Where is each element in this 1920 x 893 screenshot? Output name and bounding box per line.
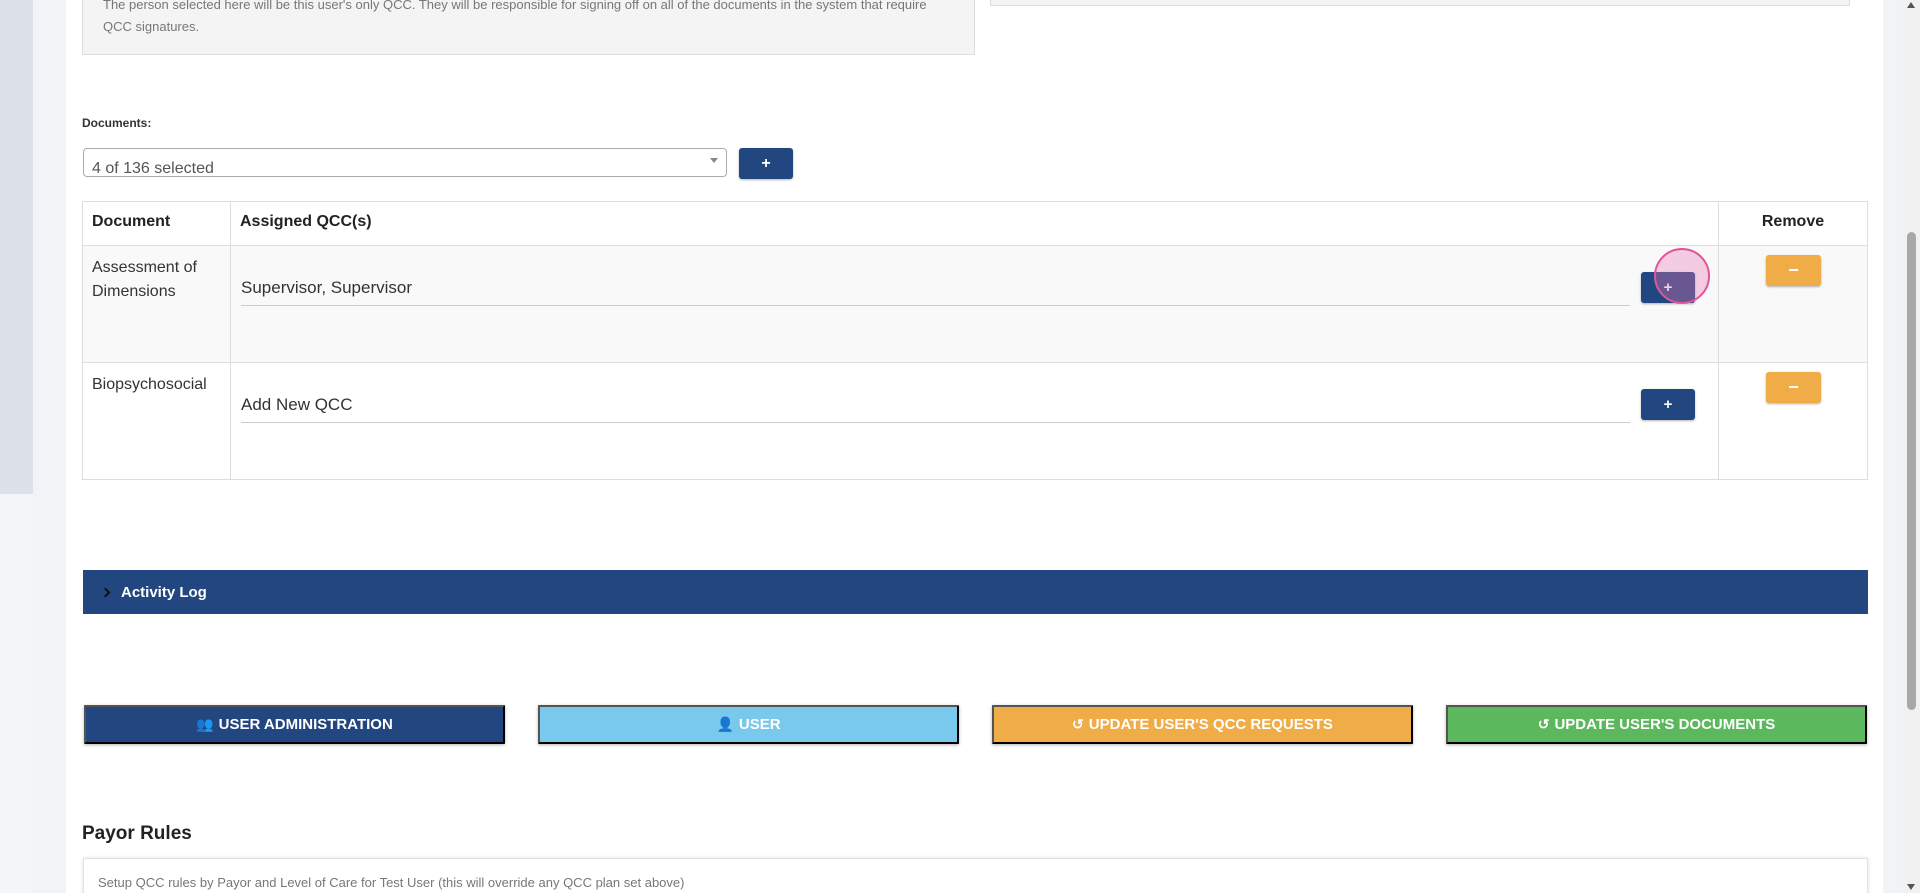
remove-cell: −	[1718, 362, 1868, 480]
add-qcc-button[interactable]: +	[1641, 389, 1695, 420]
scroll-up-icon[interactable]	[1907, 2, 1915, 8]
table-row: Biopsychosocial Add New QCC + −	[82, 362, 1868, 480]
user-icon: 👤	[716, 716, 734, 732]
refresh-icon: ↺	[1537, 716, 1550, 732]
user-label: USER	[738, 716, 781, 733]
table-row: Assessment of Dimensions Supervisor, Sup…	[82, 245, 1868, 363]
add-new-qcc-input[interactable]: Add New QCC	[241, 393, 1630, 423]
header-remove: Remove	[1718, 201, 1868, 246]
right-panel-box	[990, 0, 1850, 6]
qcc-note-text: The person selected here will be this us…	[103, 0, 927, 34]
left-sidebar-rail	[0, 0, 33, 494]
add-documents-button[interactable]: +	[739, 148, 793, 179]
remove-row-button[interactable]: −	[1766, 255, 1821, 286]
qcc-assignment-table: Document Assigned QCC(s) Remove Assessme…	[82, 201, 1868, 480]
update-qcc-requests-button[interactable]: ↺ UPDATE USER'S QCC REQUESTS	[992, 705, 1413, 744]
documents-selected-value: 4 of 136 selected	[92, 160, 214, 177]
page-scrollbar[interactable]	[1903, 0, 1920, 893]
scroll-down-icon[interactable]	[1907, 884, 1915, 890]
plus-icon: +	[1663, 396, 1673, 413]
payor-rules-box: Setup QCC rules by Payor and Level of Ca…	[83, 858, 1868, 893]
click-indicator	[1654, 248, 1710, 304]
remove-row-button[interactable]: −	[1766, 372, 1821, 403]
update-qcc-requests-label: UPDATE USER'S QCC REQUESTS	[1088, 716, 1333, 733]
activity-log-toggle[interactable]: Activity Log	[83, 570, 1868, 614]
user-button[interactable]: 👤 USER	[538, 705, 959, 744]
user-administration-label: USER ADMINISTRATION	[218, 716, 393, 733]
table-header-row: Document Assigned QCC(s) Remove	[82, 201, 1868, 246]
document-name: Biopsychosocial	[82, 362, 231, 480]
plus-icon: +	[761, 154, 771, 172]
chevron-right-icon	[100, 587, 111, 597]
caret-down-icon	[710, 158, 718, 163]
update-documents-label: UPDATE USER'S DOCUMENTS	[1554, 716, 1776, 733]
remove-cell: −	[1718, 245, 1868, 363]
qcc-note-box: The person selected here will be this us…	[82, 0, 975, 55]
update-documents-button[interactable]: ↺ UPDATE USER'S DOCUMENTS	[1446, 705, 1867, 744]
user-administration-button[interactable]: 👥 USER ADMINISTRATION	[84, 705, 505, 744]
documents-multiselect[interactable]: 4 of 136 selected	[83, 148, 727, 177]
header-document: Document	[82, 201, 231, 246]
refresh-icon: ↺	[1072, 716, 1084, 732]
assigned-qcc-input[interactable]: Supervisor, Supervisor	[241, 276, 1630, 306]
assigned-qcc-cell: Add New QCC +	[230, 362, 1719, 480]
documents-label: Documents:	[82, 116, 152, 130]
minus-icon: −	[1788, 377, 1799, 397]
payor-rules-description: Setup QCC rules by Payor and Level of Ca…	[98, 875, 685, 890]
assigned-qcc-cell: Supervisor, Supervisor +	[230, 245, 1719, 363]
left-sidebar-rail-bottom	[0, 494, 33, 893]
activity-log-label: Activity Log	[121, 583, 207, 601]
payor-rules-title: Payor Rules	[82, 823, 192, 844]
scrollbar-thumb[interactable]	[1907, 232, 1916, 710]
minus-icon: −	[1788, 260, 1799, 280]
users-icon: 👥	[196, 716, 214, 732]
document-name: Assessment of Dimensions	[82, 245, 231, 363]
header-assigned-qcc: Assigned QCC(s)	[230, 201, 1719, 246]
